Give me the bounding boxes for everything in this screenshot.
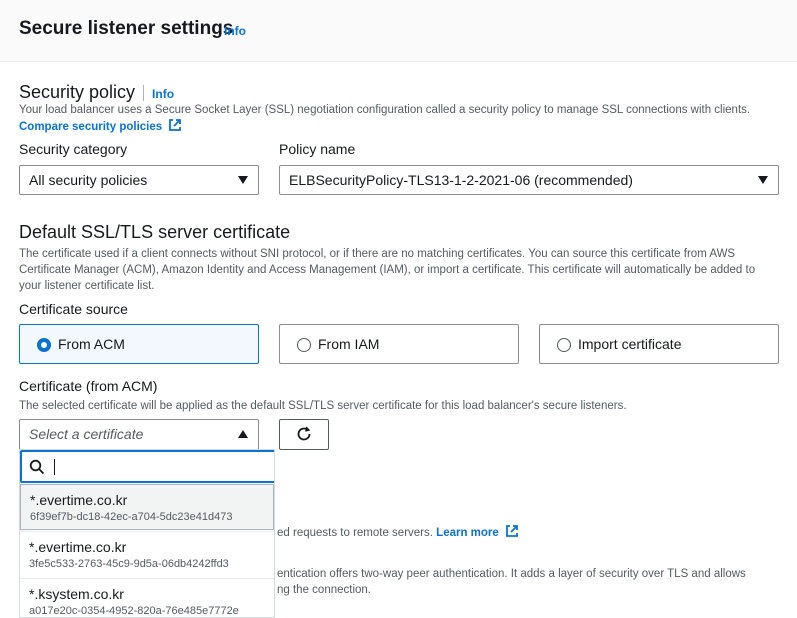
certificate-select[interactable]: Select a certificate — [19, 419, 259, 450]
source-import-label: Import certificate — [578, 336, 682, 352]
learn-more-link[interactable]: Learn more — [436, 524, 519, 539]
security-category-select[interactable]: All security policies — [19, 165, 259, 195]
option-id: a017e20c-0354-4952-820a-76e485e7772e — [29, 605, 239, 617]
refresh-icon[interactable] — [295, 425, 313, 443]
radio-acm[interactable] — [37, 338, 51, 352]
external-link-icon[interactable] — [168, 118, 182, 132]
policy-name-select[interactable]: ELBSecurityPolicy-TLS13-1-2-2021-06 (rec… — [279, 165, 779, 195]
panel-header: Secure listener settings Info — [0, 0, 797, 62]
security-category-label: Security category — [19, 141, 128, 157]
certificate-acm-description: The selected certificate will be applied… — [19, 400, 627, 412]
security-policy-info-link[interactable]: Info — [152, 87, 174, 101]
refresh-button[interactable] — [279, 419, 329, 450]
security-policy-description: Your load balancer uses a Secure Socket … — [19, 102, 759, 135]
background-text-1: ed requests to remote servers. Learn mor… — [277, 524, 519, 541]
source-iam-label: From IAM — [318, 336, 380, 352]
policy-name-label: Policy name — [279, 141, 356, 157]
search-icon — [29, 459, 45, 475]
header-info-link[interactable]: Info — [224, 24, 246, 38]
page-title: Secure listener settings — [19, 18, 234, 39]
compare-policies-link[interactable]: Compare security policies — [19, 118, 182, 133]
certificate-dropdown[interactable]: *.evertime.co.kr 6f39ef7b-dc18-42ec-a704… — [19, 449, 275, 618]
certificate-acm-label: Certificate (from ACM) — [19, 378, 158, 394]
policy-name-value: ELBSecurityPolicy-TLS13-1-2-2021-06 (rec… — [289, 172, 633, 188]
option-name: *.evertime.co.kr — [29, 539, 127, 555]
default-cert-description: The certificate used if a client connect… — [19, 248, 756, 292]
compare-policies-label[interactable]: Compare security policies — [19, 121, 162, 133]
radio-iam[interactable] — [297, 338, 311, 352]
certificate-search-input[interactable] — [20, 450, 274, 483]
security-policy-title: Security policy — [19, 82, 136, 102]
radio-import[interactable] — [557, 338, 571, 352]
option-id: 6f39ef7b-dc18-42ec-a704-5dc23e41d473 — [30, 511, 233, 523]
option-id: 3fe5c533-2763-45c9-9d5a-06db4242ffd3 — [29, 558, 229, 570]
option-name: *.ksystem.co.kr — [29, 586, 124, 602]
source-tile-iam[interactable]: From IAM — [279, 324, 519, 364]
source-tile-acm[interactable]: From ACM — [19, 324, 259, 364]
list-item[interactable]: *.ksystem.co.kr a017e20c-0354-4952-820a-… — [20, 578, 274, 617]
security-policy-text: Your load balancer uses a Secure Socket … — [19, 104, 751, 116]
external-link-icon[interactable] — [505, 524, 519, 538]
caret-down-icon — [758, 176, 768, 184]
list-item[interactable]: *.evertime.co.kr 6f39ef7b-dc18-42ec-a704… — [20, 484, 274, 530]
certificate-source-label: Certificate source — [19, 301, 128, 317]
learn-more-label[interactable]: Learn more — [436, 527, 499, 539]
heading-divider — [143, 85, 145, 102]
background-text-1-content: ed requests to remote servers. — [277, 527, 433, 539]
list-item[interactable]: *.evertime.co.kr 3fe5c533-2763-45c9-9d5a… — [20, 531, 274, 577]
default-cert-heading: Default SSL/TLS server certificate — [19, 222, 291, 242]
security-policy-heading: Security policy Info — [19, 82, 174, 103]
background-text-2: entication offers two-way peer authentic… — [277, 568, 746, 580]
text-cursor — [54, 459, 55, 475]
background-text-3: ng the connection. — [277, 584, 371, 596]
source-acm-label: From ACM — [58, 336, 125, 352]
caret-down-icon — [238, 176, 248, 184]
certificate-placeholder: Select a certificate — [29, 426, 144, 442]
security-category-value: All security policies — [29, 172, 148, 188]
caret-up-icon — [238, 430, 248, 438]
option-name: *.evertime.co.kr — [30, 492, 128, 508]
source-tile-import[interactable]: Import certificate — [539, 324, 779, 364]
